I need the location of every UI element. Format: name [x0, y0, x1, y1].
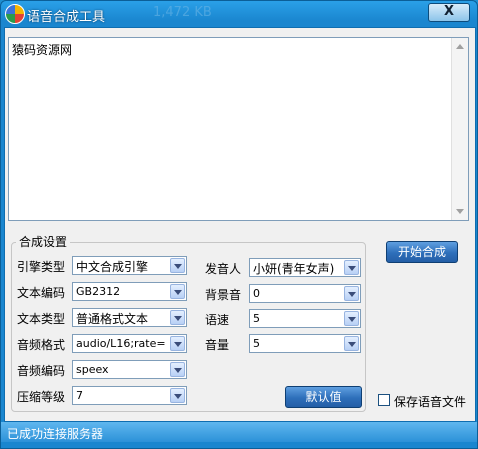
start-synthesis-button[interactable]: 开始合成 [386, 241, 458, 263]
title-bar[interactable]: 语音合成工具 1,472 KB X [1, 1, 477, 27]
text-type-value: 普通格式文本 [76, 312, 149, 326]
speed-value: 5 [253, 312, 260, 325]
compression-level-select[interactable]: 7 [72, 386, 187, 405]
engine-type-label: 引擎类型 [17, 260, 66, 274]
synthesis-settings-label: 合成设置 [16, 233, 71, 250]
speed-label: 语速 [205, 313, 230, 327]
scroll-down-arrow-icon[interactable] [456, 209, 464, 214]
audio-format-value: audio/L16;rate= [76, 337, 166, 350]
text-encoding-label: 文本编码 [17, 286, 66, 300]
status-bar: 已成功连接服务器 [1, 422, 477, 442]
volume-select[interactable]: 5 [249, 334, 361, 353]
text-encoding-select[interactable]: GB2312 [72, 282, 187, 301]
chevron-down-icon[interactable] [344, 286, 359, 301]
save-audio-checkbox[interactable] [378, 394, 390, 406]
audio-encoding-select[interactable]: speex [72, 360, 187, 379]
volume-value: 5 [253, 337, 260, 350]
chevron-down-icon[interactable] [344, 336, 359, 351]
chevron-down-icon[interactable] [170, 284, 185, 299]
audio-encoding-value: speex [76, 363, 109, 376]
chevron-down-icon[interactable] [170, 310, 185, 325]
background-file-size: 1,472 KB [153, 5, 212, 20]
chevron-down-icon[interactable] [344, 311, 359, 326]
engine-type-select[interactable]: 中文合成引擎 [72, 256, 187, 275]
window-title: 语音合成工具 [27, 10, 106, 25]
chevron-down-icon[interactable] [344, 260, 359, 275]
speaker-value: 小妍(青年女声) [253, 262, 335, 276]
vertical-scrollbar[interactable] [451, 38, 468, 220]
text-input-area[interactable]: 猿码资源网 [8, 37, 469, 221]
chevron-down-icon[interactable] [170, 258, 185, 273]
client-area: 猿码资源网 合成设置 引擎类型 中文合成引擎 文本编码 GB2312 文本类型 … [4, 27, 476, 422]
chevron-down-icon[interactable] [170, 388, 185, 403]
app-icon [5, 4, 25, 24]
text-encoding-value: GB2312 [76, 285, 121, 298]
save-audio-label[interactable]: 保存语音文件 [394, 393, 466, 410]
compression-level-label: 压缩等级 [17, 390, 66, 404]
chevron-down-icon[interactable] [170, 336, 185, 351]
text-input-content: 猿码资源网 [12, 43, 73, 57]
audio-encoding-label: 音频编码 [17, 364, 66, 378]
app-window: 语音合成工具 1,472 KB X 猿码资源网 合成设置 引擎类型 中文合成引擎… [0, 0, 478, 449]
background-sound-label: 背景音 [205, 288, 242, 302]
audio-format-label: 音频格式 [17, 338, 66, 352]
background-sound-value: 0 [253, 287, 260, 300]
speed-select[interactable]: 5 [249, 309, 361, 328]
chevron-down-icon[interactable] [170, 362, 185, 377]
audio-format-select[interactable]: audio/L16;rate= [72, 334, 187, 353]
text-type-label: 文本类型 [17, 312, 66, 326]
speaker-label: 发音人 [205, 262, 242, 276]
engine-type-value: 中文合成引擎 [76, 260, 149, 274]
default-values-button[interactable]: 默认值 [285, 386, 362, 408]
text-type-select[interactable]: 普通格式文本 [72, 308, 187, 327]
close-button[interactable]: X [428, 3, 470, 22]
compression-level-value: 7 [76, 389, 83, 402]
speaker-select[interactable]: 小妍(青年女声) [249, 258, 361, 277]
scroll-up-arrow-icon[interactable] [456, 44, 464, 49]
background-sound-select[interactable]: 0 [249, 284, 361, 303]
volume-label: 音量 [205, 338, 230, 352]
status-text: 已成功连接服务器 [7, 427, 104, 441]
